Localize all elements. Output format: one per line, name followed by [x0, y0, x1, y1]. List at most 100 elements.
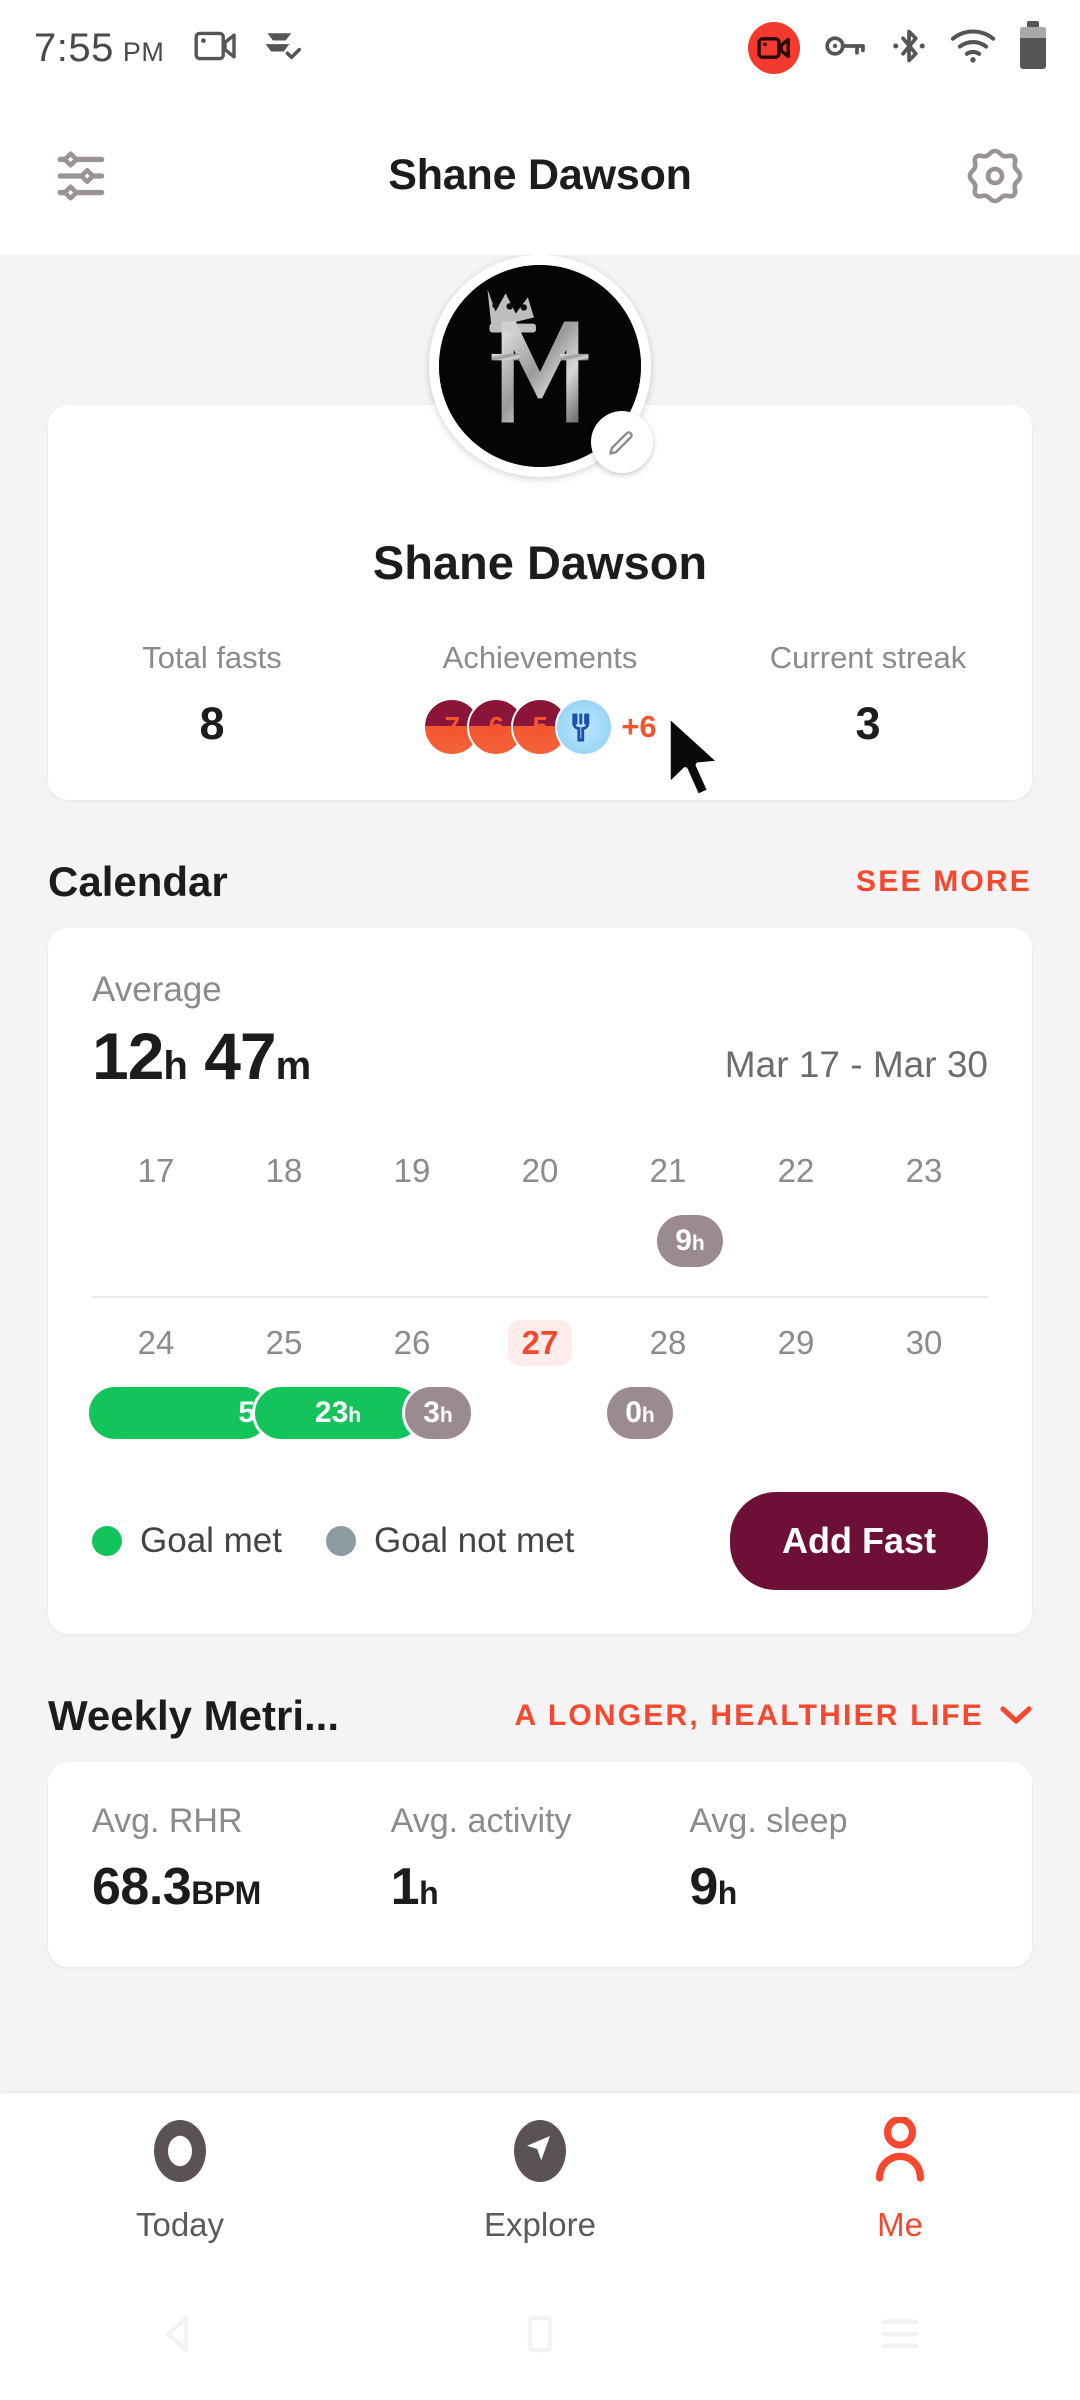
nav-item-today[interactable]: Today: [0, 2117, 360, 2244]
calendar-day[interactable]: 20: [476, 1126, 604, 1194]
nav-label: Today: [135, 2206, 225, 2243]
fast-bar[interactable]: 3h: [402, 1384, 474, 1442]
calendar-day[interactable]: 21: [604, 1126, 732, 1194]
profile-name: Shane Dawson: [372, 536, 708, 589]
metric-avg-sleep: Avg. sleep 9h: [689, 1802, 988, 1917]
calendar-day[interactable]: 25: [220, 1298, 348, 1366]
recents-icon[interactable]: [720, 2312, 1080, 2356]
calendar-summary: 12h 47m Mar 17 - Mar 30: [92, 1018, 988, 1094]
scroll-content[interactable]: Shane Dawson Total fasts 8 Achievements …: [0, 255, 1080, 2093]
healthier-life-link[interactable]: A LONGER, HEALTHIER LIFE: [515, 1699, 1032, 1733]
calendar-day-today[interactable]: 27: [476, 1298, 604, 1366]
calendar-day[interactable]: 17: [92, 1126, 220, 1194]
calendar-day[interactable]: 18: [220, 1126, 348, 1194]
calendar-section-header: Calendar SEE MORE: [48, 858, 1032, 906]
calendar-card: Average 12h 47m Mar 17 - Mar 30 17 18 19…: [48, 928, 1032, 1634]
weekly-metrics-title: Weekly Metri...: [48, 1692, 340, 1739]
status-bar: 7:55 PM: [0, 0, 1080, 96]
see-more-link[interactable]: SEE MORE: [856, 865, 1032, 899]
calendar-footer: Goal met Goal not met Add Fast: [92, 1492, 988, 1590]
average-value: 12h 47m: [92, 1018, 312, 1094]
bottom-navigation: Today Explore Me: [0, 2093, 1080, 2268]
status-system-icons: [748, 21, 1046, 74]
calendar-day[interactable]: 24: [92, 1298, 220, 1366]
nav-item-me[interactable]: Me: [720, 2115, 1080, 2244]
stat-current-streak: Current streak 3: [704, 640, 1032, 756]
fast-bar[interactable]: 5: [86, 1384, 272, 1442]
avatar[interactable]: [429, 255, 653, 477]
calendar-title: Calendar: [48, 858, 228, 905]
stat-value: 3: [855, 698, 881, 749]
profile-stats: Total fasts 8 Achievements 7 6 5 +6 Curr…: [48, 640, 1032, 756]
metric-label: Avg. RHR: [92, 1802, 243, 1840]
status-ampm: PM: [122, 36, 165, 67]
vpn-tile-icon: [260, 26, 304, 71]
calendar-bars: 5 23h 3h 0h: [86, 1384, 988, 1444]
average-minutes: 47: [204, 1019, 276, 1093]
sliders-icon[interactable]: [52, 145, 114, 207]
legend-goal-met: Goal met: [92, 1521, 282, 1561]
calendar-week-row: 24 25 26 27 28 29 30 5 23h 3h 0h: [86, 1296, 988, 1442]
date-range: Mar 17 - Mar 30: [724, 1044, 988, 1085]
weekly-metrics-card: Avg. RHR 68.3BPM Avg. activity 1h Avg. s…: [48, 1762, 1032, 1967]
metric-value: 68.3BPM: [92, 1858, 261, 1916]
nav-item-explore[interactable]: Explore: [360, 2117, 720, 2244]
legend-label: Goal met: [140, 1521, 282, 1560]
fork-icon[interactable]: [555, 698, 614, 756]
compass-icon: [509, 2117, 571, 2190]
page-title: Shane Dawson: [388, 151, 692, 199]
calendar-week-row: 17 18 19 20 21 22 23 9h: [92, 1126, 988, 1270]
metric-label: Avg. sleep: [689, 1802, 848, 1840]
legend-label: Goal not met: [374, 1521, 575, 1560]
calendar-day[interactable]: 23: [860, 1126, 988, 1194]
average-label: Average: [92, 970, 222, 1009]
status-clock: 7:55 PM: [34, 26, 164, 71]
pencil-icon[interactable]: [591, 411, 653, 473]
fast-bar[interactable]: 23h: [252, 1384, 424, 1442]
legend-dot-icon: [326, 1526, 356, 1556]
gear-icon[interactable]: [962, 143, 1028, 209]
person-icon: [871, 2115, 929, 2190]
calendar-day[interactable]: 28: [604, 1298, 732, 1366]
bluetooth-icon: [892, 25, 926, 72]
metric-avg-rhr: Avg. RHR 68.3BPM: [92, 1802, 391, 1917]
chevron-down-icon: [1000, 1699, 1032, 1733]
average-hours-unit: h: [163, 1044, 187, 1088]
home-icon[interactable]: [360, 2312, 720, 2356]
phone-screen: 7:55 PM Shane Dawson Shane Dawson Total …: [0, 0, 1080, 2400]
calendar-bars: 9h: [92, 1212, 988, 1272]
metric-value: 9h: [689, 1858, 737, 1916]
fast-bar[interactable]: 9h: [654, 1212, 726, 1270]
stat-label: Current streak: [769, 640, 967, 675]
achievements-more-count[interactable]: +6: [621, 709, 656, 745]
status-notification-icons: [194, 26, 304, 71]
nav-label: Me: [877, 2206, 923, 2243]
wifi-icon: [950, 28, 996, 69]
legend-goal-not-met: Goal not met: [326, 1521, 574, 1561]
healthier-life-label: A LONGER, HEALTHIER LIFE: [514, 1699, 984, 1732]
app-header: Shane Dawson: [0, 96, 1080, 255]
stat-label: Achievements: [442, 640, 638, 675]
metric-value: 1h: [390, 1858, 439, 1916]
stat-label: Total fasts: [142, 640, 282, 675]
calendar-day[interactable]: 22: [732, 1126, 860, 1194]
average-minutes-unit: m: [275, 1044, 312, 1088]
add-fast-button[interactable]: Add Fast: [729, 1492, 988, 1590]
calendar-day[interactable]: 19: [348, 1126, 476, 1194]
battery-icon: [1020, 21, 1046, 69]
calendar-day[interactable]: 26: [348, 1298, 476, 1366]
legend-dot-icon: [92, 1526, 122, 1556]
stat-value: 8: [199, 698, 225, 749]
back-icon[interactable]: [0, 2312, 360, 2356]
weekly-metrics-section-header: Weekly Metri... A LONGER, HEALTHIER LIFE: [48, 1692, 1032, 1740]
fast-bar[interactable]: 0h: [604, 1384, 676, 1442]
calendar-day-labels: 24 25 26 27 28 29 30: [92, 1298, 988, 1366]
stat-achievements[interactable]: Achievements 7 6 5 +6: [376, 640, 704, 756]
nav-label: Explore: [484, 2206, 596, 2243]
screen-recording-active-icon: [748, 22, 800, 74]
calendar-day[interactable]: 29: [732, 1298, 860, 1366]
stat-total-fasts: Total fasts 8: [48, 640, 376, 756]
average-hours: 12: [92, 1019, 164, 1093]
calendar-day[interactable]: 30: [860, 1298, 988, 1366]
achievement-badges[interactable]: 7 6 5 +6: [376, 698, 704, 756]
